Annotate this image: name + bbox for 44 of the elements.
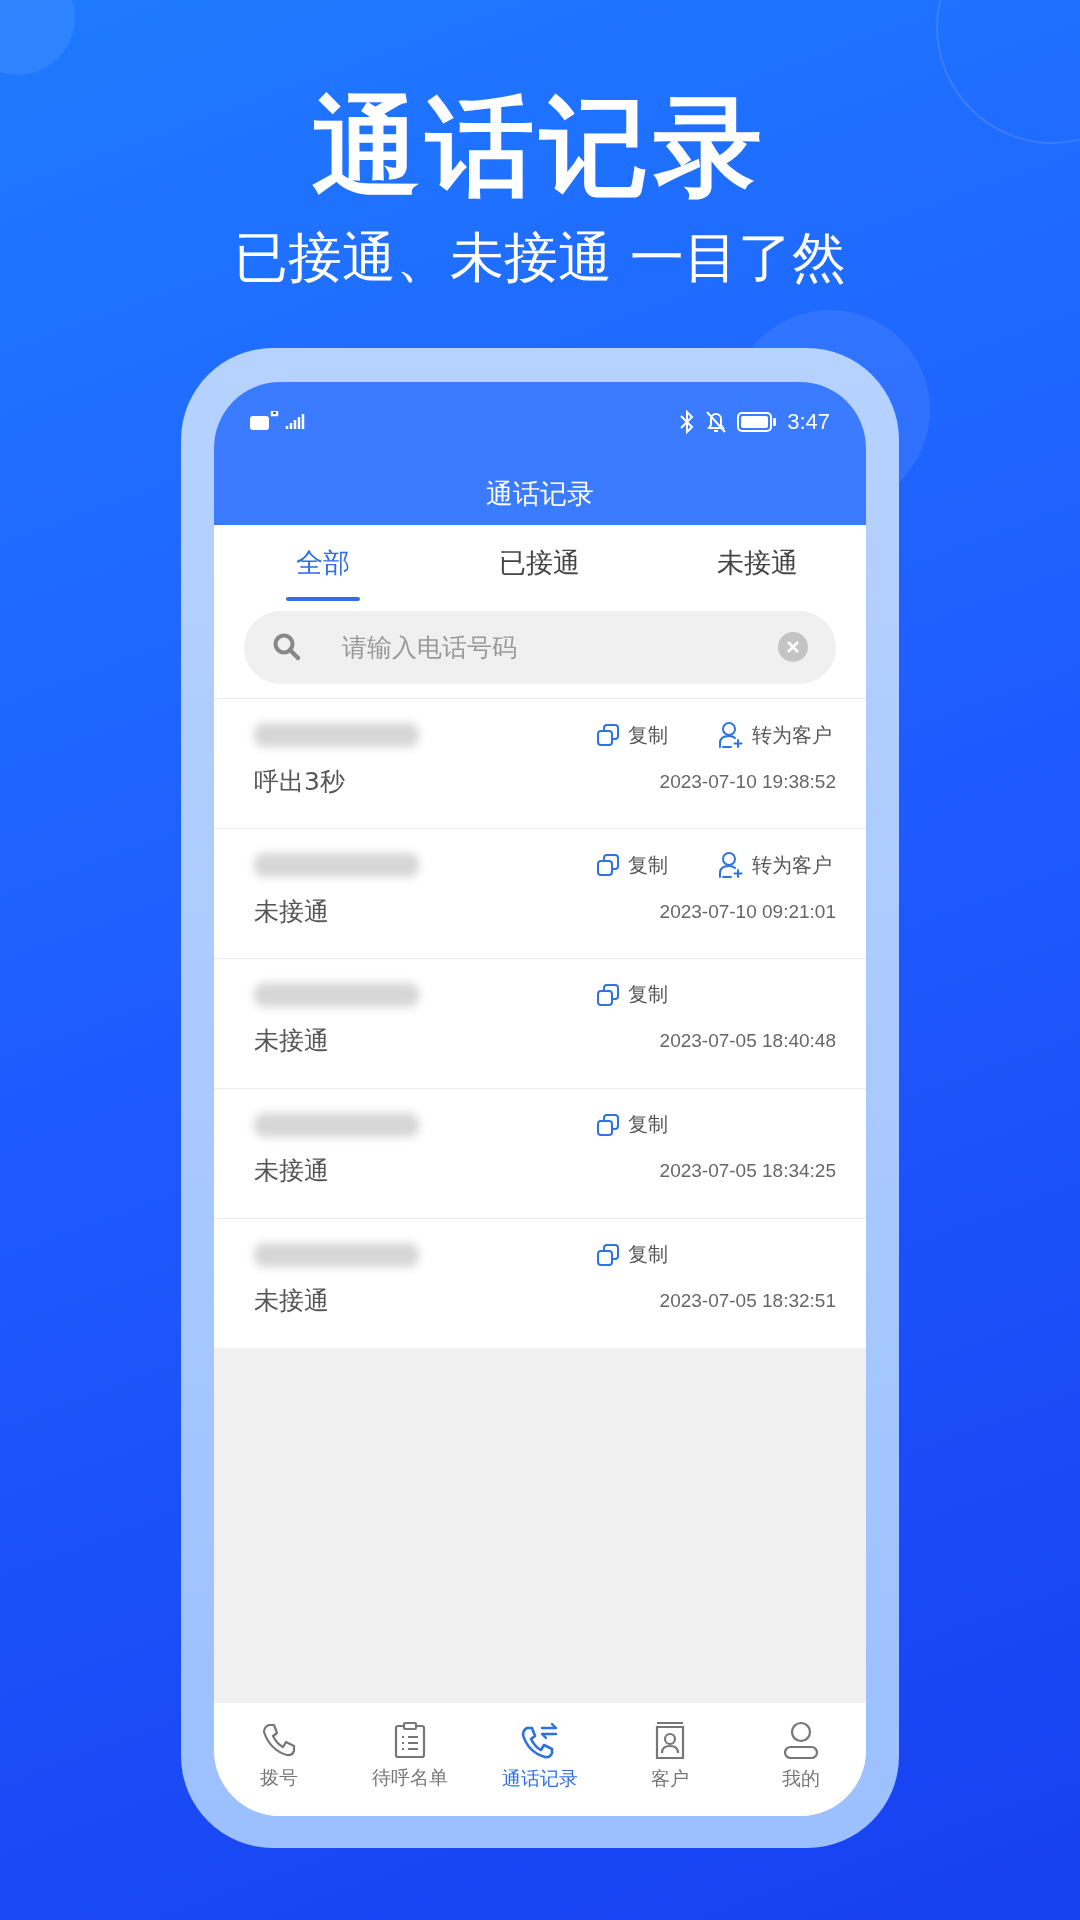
battery-icon	[737, 411, 778, 434]
bluetooth-icon	[679, 410, 696, 435]
app-bar-title: 通话记录	[485, 476, 595, 511]
copy-button[interactable]: 复制	[596, 1241, 668, 1269]
copy-icon	[596, 1112, 620, 1137]
call-time: 2023-07-10 19:38:52	[659, 770, 836, 793]
copy-button[interactable]: 复制	[596, 721, 668, 750]
copy-button[interactable]: 复制	[596, 1111, 668, 1139]
add-person-icon	[718, 851, 744, 880]
nav-item[interactable]: 待呼名单	[344, 1703, 475, 1809]
nav-item[interactable]: 通话记录	[474, 1703, 606, 1809]
clear-icon[interactable]	[778, 632, 808, 663]
convert-to-customer-button[interactable]: 转为客户	[718, 721, 832, 750]
nav-item[interactable]: 我的	[735, 1703, 866, 1809]
headline: 通话记录	[312, 83, 768, 211]
call-time: 2023-07-05 18:40:48	[659, 1029, 836, 1052]
nav-item[interactable]: 客户	[605, 1703, 736, 1809]
call-time: 2023-07-05 18:34:25	[659, 1159, 836, 1182]
call-status: 未接通	[254, 896, 329, 929]
tab[interactable]: 全部	[214, 525, 432, 602]
clock-time: 3:47	[787, 409, 830, 436]
call-time: 2023-07-10 09:21:01	[659, 900, 836, 923]
copy-icon	[596, 1242, 620, 1267]
call-status: 呼出3秒	[254, 766, 345, 799]
search-field[interactable]: 请输入电话号码	[244, 611, 836, 685]
nav-item[interactable]: 拨号	[214, 1703, 345, 1809]
call-status: 未接通	[254, 1155, 329, 1188]
tab[interactable]: 已接通	[431, 525, 649, 602]
copy-icon	[596, 723, 620, 748]
copy-icon	[596, 982, 620, 1007]
convert-to-customer-button[interactable]: 转为客户	[718, 851, 832, 880]
copy-button[interactable]: 复制	[596, 851, 668, 880]
subheadline: 已接通、未接通 一目了然	[234, 225, 846, 291]
call-status: 未接通	[254, 1025, 329, 1058]
muted-bell-icon	[705, 410, 728, 435]
search-icon	[272, 632, 302, 663]
add-person-icon	[718, 721, 744, 750]
clipboard-list-icon	[392, 1720, 427, 1759]
tab[interactable]: 未接通	[648, 525, 866, 602]
call-status: 未接通	[254, 1285, 329, 1318]
copy-icon	[596, 853, 620, 878]
call-time: 2023-07-05 18:32:51	[659, 1289, 836, 1312]
person-icon	[781, 1719, 820, 1760]
copy-button[interactable]: 复制	[596, 981, 668, 1009]
